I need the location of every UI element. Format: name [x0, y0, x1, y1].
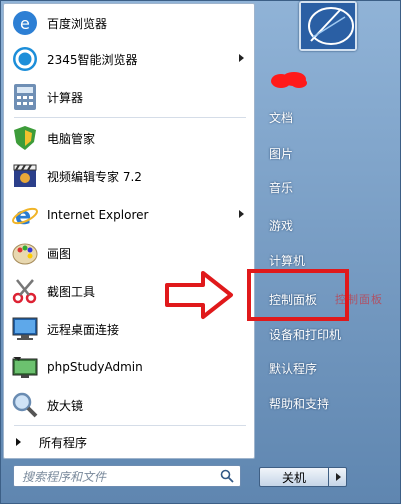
baidu-browser-icon: e	[9, 7, 41, 39]
user-avatar[interactable]	[299, 1, 357, 51]
program-item-internet-explorer[interactable]: e Internet Explorer	[4, 196, 254, 234]
programs-pane: e 百度浏览器 2345智能浏览器 计算器 电脑管家 视频编辑专家 7.2 e …	[3, 3, 255, 459]
snipping-tool-icon	[9, 275, 41, 307]
program-label: Internet Explorer	[47, 208, 149, 222]
program-item-magnifier[interactable]: 放大镜	[4, 386, 254, 424]
search-icon[interactable]	[220, 469, 234, 483]
redacted-username-mark	[271, 72, 307, 88]
program-label: 电脑管家	[47, 131, 96, 146]
magnifier-icon	[9, 389, 41, 421]
program-label: 百度浏览器	[47, 16, 108, 31]
chevron-right-icon	[335, 473, 341, 481]
highlight-box	[247, 269, 349, 321]
shutdown-options-button[interactable]	[329, 467, 347, 487]
pointing-arrow-icon	[165, 271, 233, 319]
program-label: phpStudyAdmin	[47, 360, 143, 374]
program-item-video-editor[interactable]: 视频编辑专家 7.2	[4, 157, 254, 195]
program-item-baidu-browser[interactable]: e 百度浏览器	[4, 4, 254, 42]
all-programs-label: 所有程序	[39, 435, 88, 450]
sidebar-item-music[interactable]: 音乐	[269, 179, 293, 196]
video-editor-icon	[9, 160, 41, 192]
sidebar-item-games[interactable]: 游戏	[269, 217, 293, 234]
program-item-2345-browser[interactable]: 2345智能浏览器	[4, 40, 254, 78]
all-programs-button[interactable]: 所有程序	[4, 428, 254, 456]
sidebar-item-default-programs[interactable]: 默认程序	[269, 360, 317, 377]
program-label: 2345智能浏览器	[47, 52, 138, 67]
program-item-paint[interactable]: 画图	[4, 234, 254, 272]
start-menu: e 百度浏览器 2345智能浏览器 计算器 电脑管家 视频编辑专家 7.2 e …	[0, 0, 401, 504]
remote-desktop-icon	[9, 313, 41, 345]
shutdown-button[interactable]: 关机	[259, 467, 329, 487]
search-placeholder: 搜索程序和文件	[22, 469, 107, 484]
sidebar-item-computer[interactable]: 计算机	[269, 252, 305, 269]
program-label: 画图	[47, 246, 72, 261]
user-picture-icon	[301, 3, 355, 49]
search-input[interactable]: 搜索程序和文件	[13, 465, 241, 487]
phpstudy-icon	[9, 351, 41, 383]
sidebar-item-help-support[interactable]: 帮助和支持	[269, 395, 329, 412]
sidebar-item-devices-printers[interactable]: 设备和打印机	[269, 326, 341, 343]
program-label: 截图工具	[47, 284, 96, 299]
program-item-calculator[interactable]: 计算器	[4, 78, 254, 116]
program-label: 视频编辑专家 7.2	[47, 169, 142, 184]
expand-arrow-icon	[16, 438, 21, 446]
svg-text:e: e	[20, 14, 30, 33]
program-label: 计算器	[47, 90, 84, 105]
all-programs-divider	[14, 425, 246, 426]
program-label: 放大镜	[47, 398, 84, 413]
calculator-icon	[9, 81, 41, 113]
shutdown-control: 关机	[259, 467, 349, 487]
submenu-arrow-icon[interactable]	[239, 54, 244, 62]
internet-explorer-icon: e	[9, 199, 41, 231]
program-item-pc-manager[interactable]: 电脑管家	[4, 119, 254, 157]
program-label: 远程桌面连接	[47, 322, 120, 337]
submenu-arrow-icon[interactable]	[239, 210, 244, 218]
pinned-divider	[14, 117, 246, 118]
pc-manager-icon	[9, 122, 41, 154]
program-item-phpstudy[interactable]: phpStudyAdmin	[4, 348, 254, 386]
sidebar-item-pictures[interactable]: 图片	[269, 145, 293, 162]
2345-browser-icon	[9, 43, 41, 75]
sidebar-item-documents[interactable]: 文档	[269, 109, 293, 126]
paint-icon	[9, 237, 41, 269]
